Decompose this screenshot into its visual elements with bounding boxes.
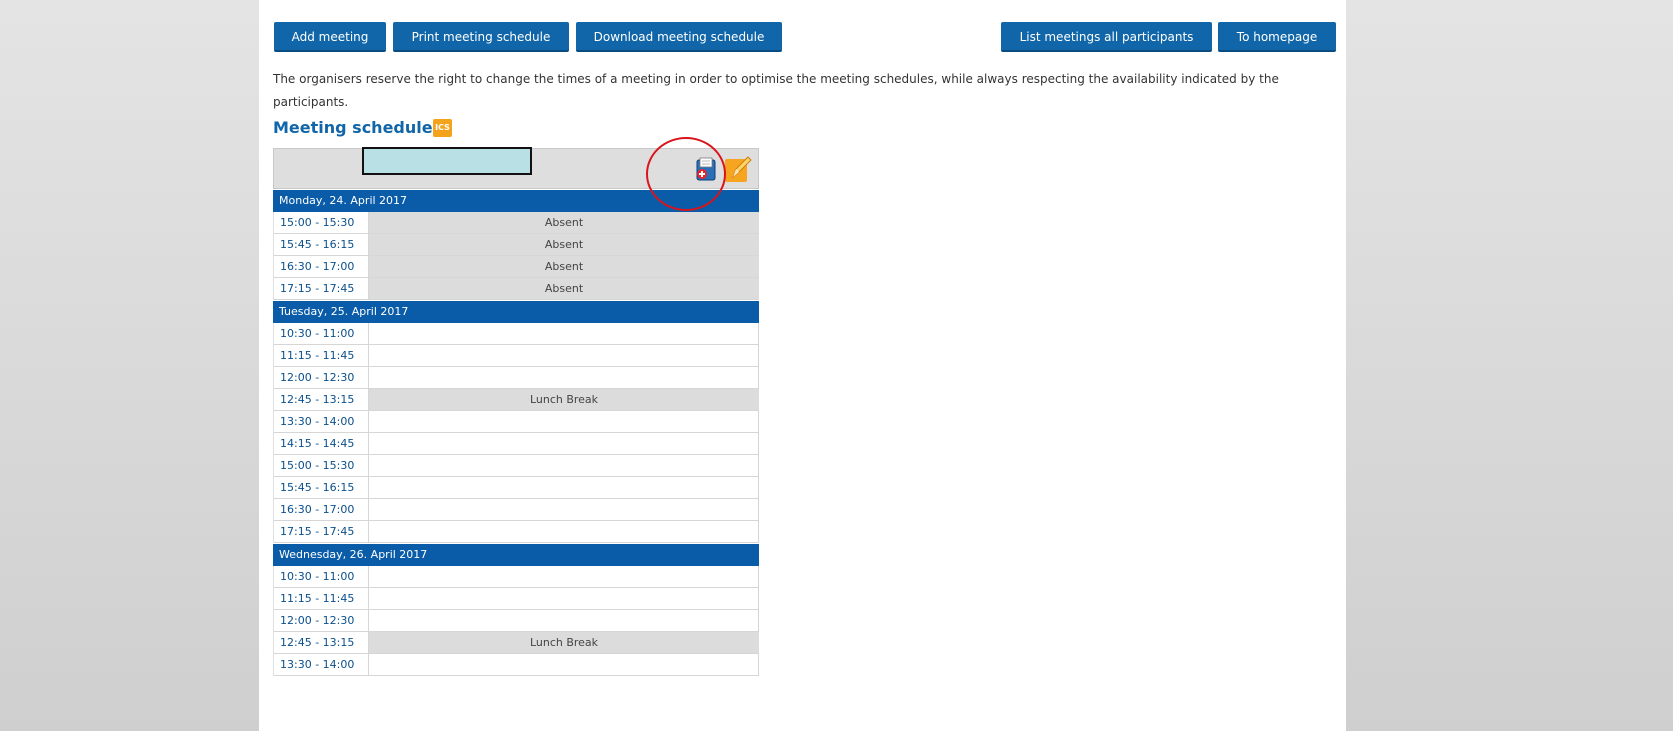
homepage-button[interactable]: To homepage (1218, 22, 1336, 52)
slot-empty[interactable] (369, 521, 759, 542)
time-slot-row[interactable]: 15:45 - 16:15 (273, 477, 759, 499)
time-slot-label: 11:15 - 11:45 (273, 345, 369, 367)
time-slot-label: 10:30 - 11:00 (273, 323, 369, 345)
highlight-circle-annotation (646, 137, 726, 211)
time-slot-label: 14:15 - 14:45 (273, 433, 369, 455)
slot-status: Absent (369, 212, 759, 233)
slot-empty[interactable] (369, 433, 759, 454)
slot-empty[interactable] (369, 367, 759, 388)
page-background-right (1346, 0, 1673, 731)
slot-status: Absent (369, 234, 759, 255)
slot-empty[interactable] (369, 411, 759, 432)
print-schedule-button[interactable]: Print meeting schedule (393, 22, 569, 52)
ics-calendar-icon[interactable]: ICS (433, 119, 452, 137)
slot-status: Absent (369, 256, 759, 277)
time-slot-label: 11:15 - 11:45 (273, 588, 369, 610)
time-slot-row[interactable]: 12:45 - 13:15 Lunch Break (273, 632, 759, 654)
participant-name-redacted (362, 147, 532, 175)
day-header: Wednesday, 26. April 2017 (273, 544, 759, 566)
time-slot-row[interactable]: 13:30 - 14:00 (273, 654, 759, 676)
time-slot-row[interactable]: 17:15 - 17:45 (273, 521, 759, 543)
time-slot-row[interactable]: 16:30 - 17:00 (273, 499, 759, 521)
download-schedule-button[interactable]: Download meeting schedule (576, 22, 782, 52)
slot-empty[interactable] (369, 499, 759, 520)
organiser-notice: The organisers reserve the right to chan… (273, 72, 1279, 109)
time-slot-label: 12:45 - 13:15 (273, 632, 369, 654)
time-slot-row[interactable]: 12:00 - 12:30 (273, 367, 759, 389)
time-slot-label: 15:00 - 15:30 (273, 212, 369, 234)
time-slot-row[interactable]: 12:45 - 13:15 Lunch Break (273, 389, 759, 411)
day-header: Tuesday, 25. April 2017 (273, 301, 759, 323)
time-slot-row[interactable]: 10:30 - 11:00 (273, 323, 759, 345)
time-slot-label: 10:30 - 11:00 (273, 566, 369, 588)
time-slot-row[interactable]: 11:15 - 11:45 (273, 345, 759, 367)
time-slot-row[interactable]: 13:30 - 14:00 (273, 411, 759, 433)
slot-status: Lunch Break (369, 632, 759, 653)
time-slot-row[interactable]: 10:30 - 11:00 (273, 566, 759, 588)
slot-empty[interactable] (369, 323, 759, 344)
time-slot-row[interactable]: 15:45 - 16:15 Absent (273, 234, 759, 256)
time-slot-label: 13:30 - 14:00 (273, 411, 369, 433)
add-meeting-button[interactable]: Add meeting (274, 22, 386, 52)
time-slot-label: 12:45 - 13:15 (273, 389, 369, 411)
page-title: Meeting schedule (273, 118, 433, 137)
time-slot-row[interactable]: 15:00 - 15:30 (273, 455, 759, 477)
time-slot-label: 16:30 - 17:00 (273, 499, 369, 521)
time-slot-row[interactable]: 14:15 - 14:45 (273, 433, 759, 455)
time-slot-label: 17:15 - 17:45 (273, 278, 369, 300)
time-slot-row[interactable]: 17:15 - 17:45 Absent (273, 278, 759, 300)
slot-empty[interactable] (369, 477, 759, 498)
time-slot-label: 16:30 - 17:00 (273, 256, 369, 278)
slot-status: Absent (369, 278, 759, 299)
pencil-edit-icon[interactable] (724, 155, 752, 183)
page-background-left (0, 0, 259, 731)
time-slot-label: 17:15 - 17:45 (273, 521, 369, 543)
time-slot-label: 12:00 - 12:30 (273, 367, 369, 389)
slot-empty[interactable] (369, 345, 759, 366)
slot-empty[interactable] (369, 654, 759, 675)
time-slot-row[interactable]: 12:00 - 12:30 (273, 610, 759, 632)
time-slot-label: 13:30 - 14:00 (273, 654, 369, 676)
list-meetings-button[interactable]: List meetings all participants (1001, 22, 1212, 52)
time-slot-label: 15:00 - 15:30 (273, 455, 369, 477)
slot-empty[interactable] (369, 588, 759, 609)
main-content: Add meeting Print meeting schedule Downl… (259, 0, 1346, 731)
slot-empty[interactable] (369, 455, 759, 476)
time-slot-label: 15:45 - 16:15 (273, 234, 369, 256)
time-slot-label: 15:45 - 16:15 (273, 477, 369, 499)
meeting-schedule-table: Monday, 24. April 2017 15:00 - 15:30 Absen… (273, 137, 759, 676)
time-slot-row[interactable]: 16:30 - 17:00 Absent (273, 256, 759, 278)
time-slot-row[interactable]: 11:15 - 11:45 (273, 588, 759, 610)
slot-empty[interactable] (369, 566, 759, 587)
time-slot-row[interactable]: 15:00 - 15:30 Absent (273, 212, 759, 234)
slot-status: Lunch Break (369, 389, 759, 410)
time-slot-label: 12:00 - 12:30 (273, 610, 369, 632)
schedule-header-row (273, 137, 759, 211)
slot-empty[interactable] (369, 610, 759, 631)
schedule-body: Monday, 24. April 2017 15:00 - 15:30 Absen… (273, 190, 759, 676)
